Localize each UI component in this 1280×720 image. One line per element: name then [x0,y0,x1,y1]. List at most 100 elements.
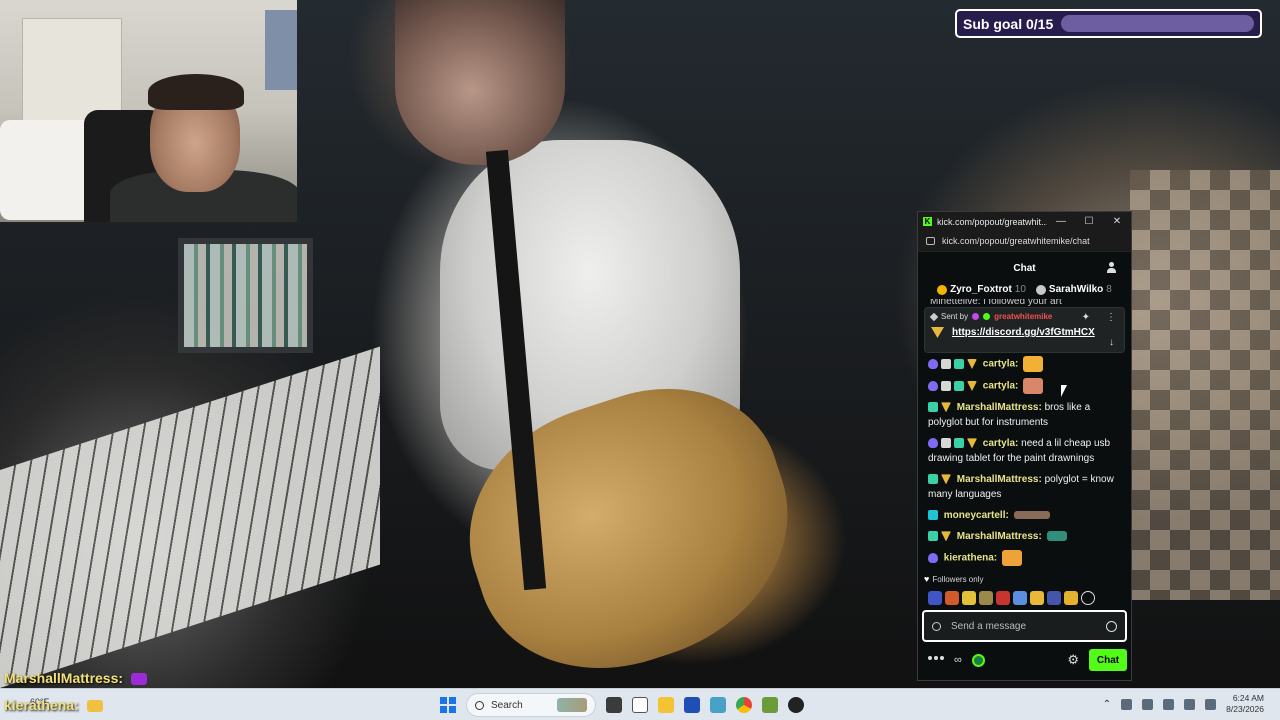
emote-icon [1023,356,1044,372]
leaderboard-count: 10 [1014,284,1026,295]
subscriber-badge-icon [954,359,964,369]
sent-by-label: Sent by [941,312,969,321]
kick-points-icon[interactable] [971,653,985,667]
webcam-poster [265,10,297,90]
taskbar-search[interactable]: Search [466,693,596,717]
more-options-icon[interactable]: ⋮ [1106,312,1116,323]
users-icon[interactable] [1106,262,1117,273]
expand-down-icon[interactable]: ↓ [1109,337,1114,348]
start-menu-icon[interactable] [440,697,456,713]
moderator-badge-icon [928,381,938,391]
verified-badge-icon [983,313,991,320]
emote-icon[interactable] [1064,590,1078,605]
app-icon[interactable] [684,697,700,713]
site-settings-icon[interactable] [926,237,935,245]
vip-badge-icon [967,359,977,369]
webcam-person-hair [148,74,244,110]
chevron-up-icon[interactable]: ⌃ [1103,699,1111,710]
emote-icon[interactable] [1013,590,1027,605]
search-icon [475,700,484,710]
emote-icon [1046,531,1067,542]
pinned-actions: ✦ ⋮ [1082,312,1116,323]
emote-icon[interactable] [996,590,1010,605]
notepad-icon[interactable] [632,697,648,713]
emote-icon[interactable] [1030,590,1044,605]
emote-icon[interactable] [928,590,942,605]
streamer-head [395,0,565,165]
moderator-badge-icon [928,359,938,369]
emote-icon[interactable] [962,590,976,605]
chat-username[interactable]: MarshallMattress: [957,474,1042,485]
bot-badge-icon [941,381,951,391]
wifi-icon[interactable] [1163,698,1175,710]
microphone-icon[interactable] [1142,698,1154,710]
clock-date: 8/23/2026 [1226,704,1264,714]
window-title-bar[interactable]: K kick.com/popout/greatwhit... — ☐ ✕ [918,212,1131,231]
kick-logo-icon: K [923,217,932,226]
drinks-fridge [178,238,313,353]
message-input[interactable] [951,620,1106,632]
moderator-badge-icon [928,438,938,449]
bot-badge-icon [941,359,951,369]
gear-icon[interactable]: ⚙ [1067,652,1079,668]
app-icon[interactable] [710,697,726,713]
tray-app-icon[interactable] [1121,698,1133,710]
vip-badge-icon [967,438,977,449]
leaderboard-entry[interactable]: SarahWilko 8 [1035,284,1112,295]
clock[interactable]: 6:24 AM 8/23/2026 [1226,693,1264,715]
file-explorer-icon[interactable] [658,697,674,713]
subscriber-badge-icon [954,381,964,391]
pin-icon [929,312,939,321]
vip-badge-icon [941,531,951,542]
battery-icon[interactable] [1205,698,1217,710]
app-icon[interactable] [762,697,778,713]
chrome-icon[interactable] [736,697,752,713]
chat-username[interactable]: cartyla: [983,359,1019,370]
message-input-box[interactable] [922,610,1127,642]
leaderboard-name: SarahWilko [1048,284,1104,295]
vip-badge-icon [941,474,951,485]
leaderboard-entry[interactable]: Zyro_Foxtrot 10 [937,284,1026,295]
discord-link[interactable]: https://discord.gg/v3fGtmHCX [952,327,1095,338]
leaderboard-name: Zyro_Foxtrot [950,284,1012,295]
emote-icon [1023,378,1044,394]
send-chat-button[interactable]: Chat [1089,649,1127,671]
pinned-content: https://discord.gg/v3fGtmHCX [931,327,1118,338]
maximize-icon[interactable]: ☐ [1075,216,1103,227]
emote-icon[interactable] [979,590,993,605]
pinned-sender[interactable]: greatwhitemike [994,312,1052,321]
emote-icon[interactable] [945,590,959,605]
subscriber-badge-icon [954,438,964,449]
taskbar-apps: Search [440,693,804,717]
emoji-picker-icon[interactable] [1106,620,1117,632]
mouse-cursor-icon [1061,385,1067,397]
chat-username[interactable]: MarshallMattress: [957,531,1042,542]
sub-goal-label: Sub goal 0/15 [963,15,1054,32]
moderator-badge-icon [928,553,938,563]
chat-username[interactable]: cartyla: [983,381,1019,392]
chat-message: kierathena: [928,550,1121,566]
emote-icon [86,700,103,713]
chat-username[interactable]: moneycartell: [944,510,1009,521]
task-view-icon[interactable] [606,697,622,713]
emote-icon [1013,511,1050,520]
chat-username[interactable]: MarshallMattress: [957,402,1042,413]
emote-icon[interactable] [1081,590,1095,605]
chat-message: cartyla: [928,356,1121,372]
emote-icon[interactable] [1047,590,1061,605]
chat-commands-icon[interactable] [928,656,944,664]
chat-badge-icon [928,510,938,521]
volume-icon[interactable] [1184,698,1196,710]
address-bar[interactable]: kick.com/popout/greatwhitemike/chat [918,231,1131,252]
close-icon[interactable]: ✕ [1103,216,1131,227]
leaderboard-count: 8 [1106,284,1112,295]
obs-icon[interactable] [788,697,804,713]
chat-username[interactable]: cartyla: [983,438,1019,449]
minimize-icon[interactable]: — [1047,216,1075,227]
vip-badge-icon [941,402,951,413]
bot-badge-icon [941,438,951,449]
windows-taskbar: 60°F Search ⌃ 6:24 AM 8/23/2026 [0,688,1280,720]
infinity-icon[interactable]: ∞ [954,654,962,666]
unpin-icon[interactable]: ✦ [1082,312,1090,323]
chat-username[interactable]: kierathena: [944,553,997,564]
